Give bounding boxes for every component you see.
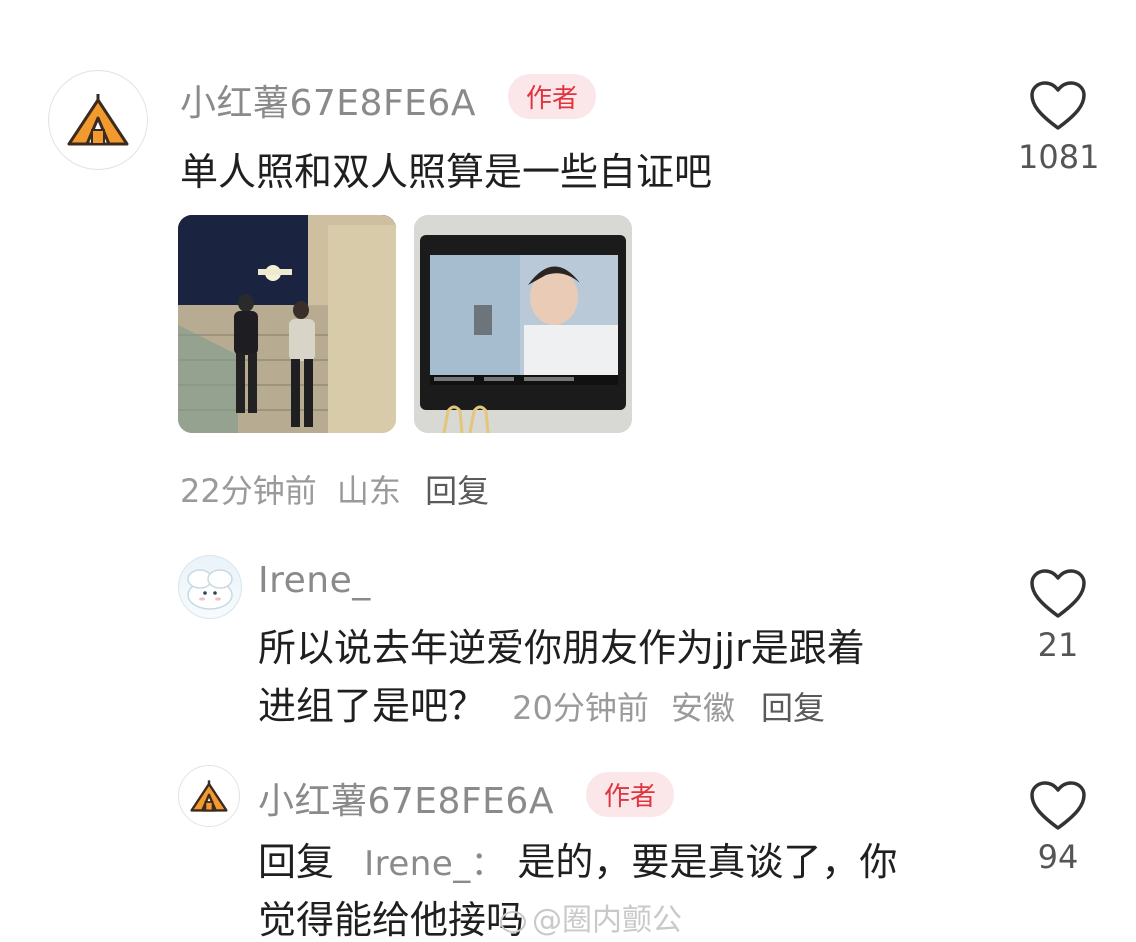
heart-icon (1030, 569, 1086, 618)
reply-to-user[interactable]: Irene_： (364, 844, 505, 884)
comment-text-line2: 觉得能给他接吗 (258, 898, 525, 942)
weibo-icon (500, 910, 526, 933)
stairs-photo-graphic (178, 215, 396, 433)
comment-time: 20分钟前 (512, 689, 649, 727)
cartoon-avatar-icon (187, 569, 233, 610)
comment-meta: 22分钟前 山东 回复 (180, 466, 489, 512)
avatar-author[interactable] (48, 70, 148, 170)
avatar-irene[interactable] (178, 555, 242, 619)
author-badge: 作者 (586, 772, 675, 817)
like-count: 94 (1037, 838, 1079, 876)
watermark-text: @圈内颤公 (532, 903, 682, 938)
author-badge: 作者 (508, 74, 597, 119)
reply-button[interactable]: 回复 (425, 472, 489, 510)
comment-image-monitor[interactable] (414, 215, 632, 433)
like-count: 1081 (1018, 138, 1100, 176)
avatar-author[interactable] (178, 765, 240, 827)
comment-text-body: 是的，要是真谈了，你 (517, 840, 898, 884)
comment-text: 单人照和双人照算是一些自证吧 (180, 150, 713, 194)
like-button[interactable]: 21 (1018, 568, 1098, 664)
like-count: 21 (1037, 626, 1079, 664)
tent-icon (67, 94, 129, 146)
comment-username[interactable]: 小红薯67E8FE6A (258, 772, 554, 824)
monitor-photo-graphic (414, 215, 632, 433)
comment-text-line2: 进组了是吧？ 20分钟前 安徽 回复 (258, 678, 825, 736)
comment-username[interactable]: Irene_ (258, 560, 371, 601)
comment-location: 安徽 (670, 689, 735, 727)
like-button[interactable]: 1081 (1018, 80, 1100, 176)
comment-location: 山东 (336, 472, 401, 510)
heart-icon (1030, 781, 1086, 830)
comment-text-line2-body: 进组了是吧？ (258, 684, 487, 728)
comment-username[interactable]: 小红薯67E8FE6A (180, 74, 476, 126)
reply-prefix: 回复 (258, 840, 335, 884)
heart-icon (1030, 81, 1086, 130)
watermark: @圈内颤公 (500, 895, 682, 939)
like-button[interactable]: 94 (1018, 780, 1098, 876)
tent-icon (190, 780, 228, 812)
comment-image-stairs[interactable] (178, 215, 396, 433)
comment-time: 22分钟前 (180, 472, 317, 510)
comment-text-line1: 回复 Irene_： 是的，要是真谈了，你 (258, 834, 897, 892)
comment-text-line1: 所以说去年逆爱你朋友作为jjr是跟着 (258, 626, 865, 670)
reply-button[interactable]: 回复 (761, 689, 825, 727)
